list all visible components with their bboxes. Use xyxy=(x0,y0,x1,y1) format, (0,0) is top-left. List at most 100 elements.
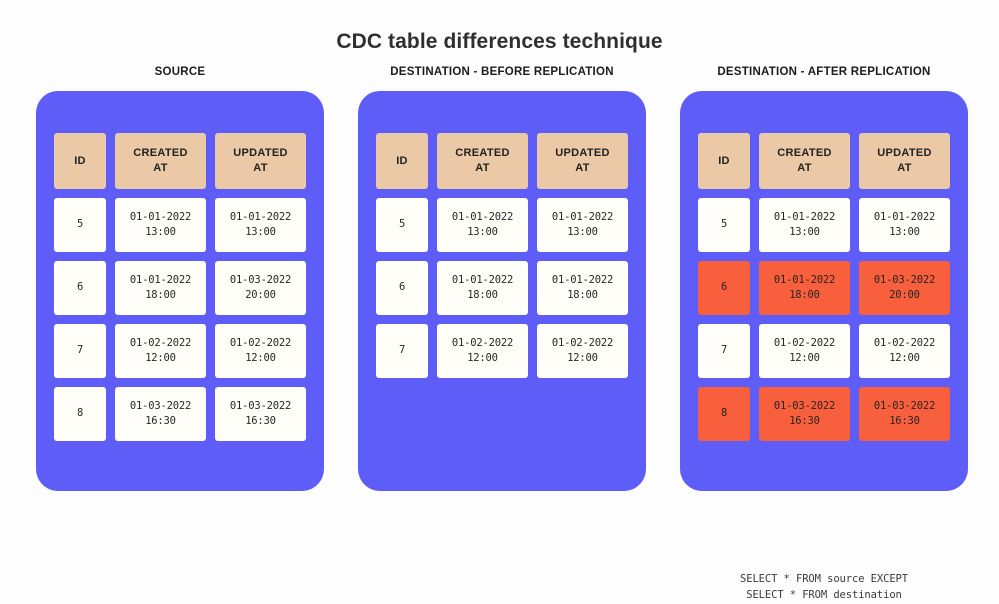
panel-1: DESTINATION - BEFORE REPLICATION ID CREATE… xyxy=(358,66,646,491)
cell-updated-at: 01-02-2022 12:00 xyxy=(215,324,306,378)
cell-updated-at: 01-03-2022 20:00 xyxy=(859,261,950,315)
cell-id-value: 7 xyxy=(720,344,728,357)
column-header-id-label: ID xyxy=(396,154,408,167)
cell-created-at-time: 13:00 xyxy=(145,226,176,238)
cell-id: 7 xyxy=(376,324,428,378)
cell-created-at-time: 13:00 xyxy=(467,226,498,238)
cell-id: 8 xyxy=(698,387,750,441)
panel-0: SOURCE ID CREATED AT UPDATED AT 5 01-01-2022 13:… xyxy=(36,66,324,491)
cell-created-at: 01-03-2022 16:30 xyxy=(759,387,850,441)
cell-updated-at-date: 01-01-2022 xyxy=(229,210,292,223)
column-header-updated-line2: AT xyxy=(253,162,268,174)
table-row: 6 01-01-2022 18:00 01-01-2022 18:00 xyxy=(376,261,628,315)
cell-created-at: 01-03-2022 16:30 xyxy=(115,387,206,441)
cell-created-at-time: 13:00 xyxy=(789,226,820,238)
column-header-id: ID xyxy=(376,133,428,189)
column-header-created-line2: AT xyxy=(475,162,490,174)
cell-created-at: 01-02-2022 12:00 xyxy=(437,324,528,378)
table-card: ID CREATED AT UPDATED AT 5 01-01-2022 13:00 01-0… xyxy=(36,91,324,491)
table-row: 7 01-02-2022 12:00 01-02-2022 12:00 xyxy=(698,324,950,378)
cell-updated-at-time: 20:00 xyxy=(245,289,276,301)
cell-id: 5 xyxy=(698,198,750,252)
table-row: 5 01-01-2022 13:00 01-01-2022 13:00 xyxy=(698,198,950,252)
column-header-created-at: CREATED AT xyxy=(759,133,850,189)
column-header-updated-line1: UPDATED xyxy=(555,147,610,160)
cell-created-at-time: 16:30 xyxy=(145,415,176,427)
cell-created-at-date: 01-01-2022 xyxy=(451,273,514,286)
cell-created-at-date: 01-01-2022 xyxy=(451,210,514,223)
cell-created-at-time: 12:00 xyxy=(145,352,176,364)
cell-updated-at-time: 16:30 xyxy=(245,415,276,427)
cell-id-value: 5 xyxy=(720,218,728,231)
cell-id-value: 7 xyxy=(398,344,406,357)
column-header-updated-line2: AT xyxy=(575,162,590,174)
cell-id-value: 8 xyxy=(76,407,84,420)
cell-updated-at-time: 13:00 xyxy=(889,226,920,238)
cell-updated-at-date: 01-01-2022 xyxy=(551,273,614,286)
cell-updated-at-date: 01-01-2022 xyxy=(551,210,614,223)
sql-caption: SELECT * FROM source EXCEPT SELECT * FROM… xyxy=(680,571,968,604)
cell-id: 7 xyxy=(698,324,750,378)
cell-id-value: 8 xyxy=(720,407,728,420)
cell-updated-at: 01-03-2022 16:30 xyxy=(859,387,950,441)
sql-caption-line1: SELECT * FROM source EXCEPT xyxy=(740,573,908,585)
cell-created-at-time: 12:00 xyxy=(789,352,820,364)
table-card: ID CREATED AT UPDATED AT 5 01-01-2022 13:00 01-0… xyxy=(680,91,968,491)
column-header-created-at: CREATED AT xyxy=(437,133,528,189)
cell-created-at-time: 16:30 xyxy=(789,415,820,427)
cell-id: 6 xyxy=(376,261,428,315)
cell-created-at-time: 12:00 xyxy=(467,352,498,364)
panel-heading: DESTINATION - AFTER REPLICATION xyxy=(717,66,931,78)
cell-created-at-date: 01-01-2022 xyxy=(129,210,192,223)
column-header-created-line2: AT xyxy=(797,162,812,174)
table-row: 6 01-01-2022 18:00 01-03-2022 20:00 xyxy=(54,261,306,315)
cell-id-value: 6 xyxy=(720,281,728,294)
cell-id: 5 xyxy=(54,198,106,252)
column-header-updated-at: UPDATED AT xyxy=(859,133,950,189)
cell-updated-at-time: 13:00 xyxy=(245,226,276,238)
cell-id: 5 xyxy=(376,198,428,252)
column-header-updated-line2: AT xyxy=(897,162,912,174)
column-header-updated-at: UPDATED AT xyxy=(537,133,628,189)
cell-id: 7 xyxy=(54,324,106,378)
cell-id: 6 xyxy=(698,261,750,315)
column-header-updated-line1: UPDATED xyxy=(233,147,288,160)
column-header-id: ID xyxy=(54,133,106,189)
cell-id-value: 6 xyxy=(398,281,406,294)
column-header-created-line1: CREATED xyxy=(455,147,510,160)
column-header-created-line1: CREATED xyxy=(133,147,188,160)
cell-created-at-date: 01-02-2022 xyxy=(129,336,192,349)
cell-updated-at-time: 13:00 xyxy=(567,226,598,238)
cell-updated-at-time: 16:30 xyxy=(889,415,920,427)
cell-created-at: 01-01-2022 13:00 xyxy=(115,198,206,252)
cell-created-at: 01-02-2022 12:00 xyxy=(759,324,850,378)
table-row: 8 01-03-2022 16:30 01-03-2022 16:30 xyxy=(54,387,306,441)
page-title: CDC table differences technique xyxy=(336,30,663,53)
column-header-updated-at: UPDATED AT xyxy=(215,133,306,189)
table-row: 5 01-01-2022 13:00 01-01-2022 13:00 xyxy=(376,198,628,252)
cell-created-at: 01-02-2022 12:00 xyxy=(115,324,206,378)
cell-updated-at-time: 12:00 xyxy=(245,352,276,364)
cell-updated-at-time: 20:00 xyxy=(889,289,920,301)
cell-updated-at: 01-01-2022 13:00 xyxy=(859,198,950,252)
panel-body: DESTINATION - AFTER REPLICATION ID CREATED… xyxy=(680,66,968,491)
table-header-row: ID CREATED AT UPDATED AT xyxy=(54,133,306,189)
cell-updated-at: 01-03-2022 16:30 xyxy=(215,387,306,441)
cell-created-at-date: 01-02-2022 xyxy=(773,336,836,349)
cell-created-at-date: 01-02-2022 xyxy=(451,336,514,349)
table-row: 5 01-01-2022 13:00 01-01-2022 13:00 xyxy=(54,198,306,252)
cell-created-at: 01-01-2022 13:00 xyxy=(759,198,850,252)
table-row: 8 01-03-2022 16:30 01-03-2022 16:30 xyxy=(698,387,950,441)
panel-2: DESTINATION - AFTER REPLICATION ID CREATED… xyxy=(680,66,968,601)
cell-updated-at-date: 01-02-2022 xyxy=(229,336,292,349)
column-header-id-label: ID xyxy=(718,154,730,167)
cell-updated-at: 01-02-2022 12:00 xyxy=(537,324,628,378)
cell-created-at-time: 18:00 xyxy=(467,289,498,301)
table-header-row: ID CREATED AT UPDATED AT xyxy=(376,133,628,189)
cell-id-value: 5 xyxy=(398,218,406,231)
cell-updated-at-date: 01-03-2022 xyxy=(229,399,292,412)
cell-updated-at: 01-02-2022 12:00 xyxy=(859,324,950,378)
cell-id: 6 xyxy=(54,261,106,315)
panel-heading: DESTINATION - BEFORE REPLICATION xyxy=(390,66,614,78)
cell-created-at-time: 18:00 xyxy=(789,289,820,301)
